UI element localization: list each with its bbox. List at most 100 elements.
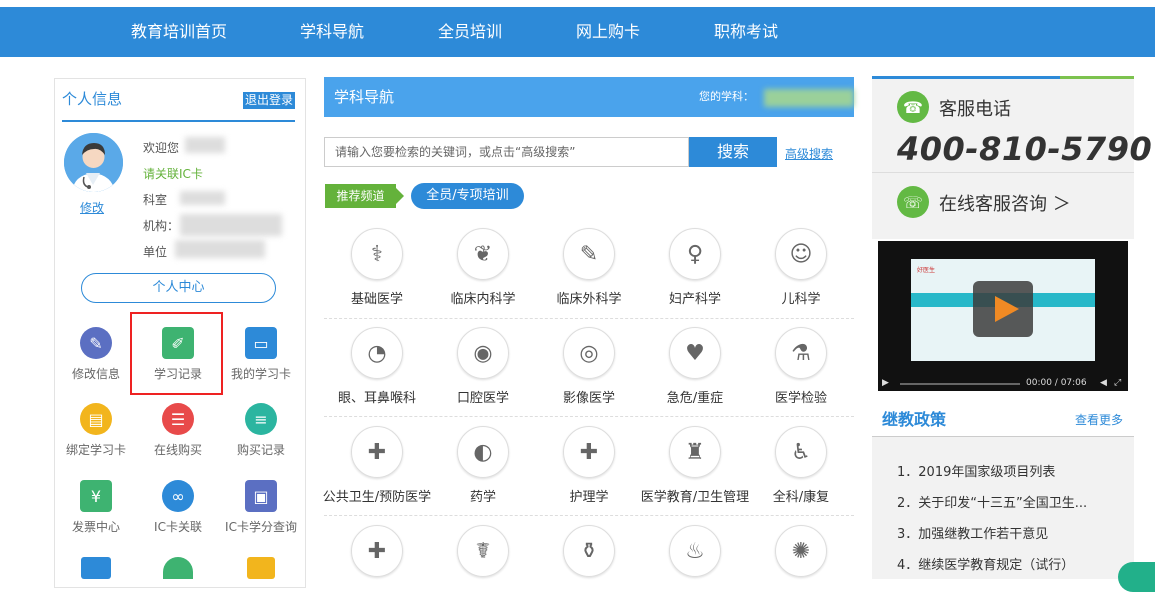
- row-divider: [324, 318, 854, 319]
- subject-item[interactable]: ⚕ 基础医学: [324, 228, 430, 307]
- policy-more-link[interactable]: 查看更多: [1075, 411, 1123, 428]
- grid-ic-credit-query[interactable]: ▣ IC卡学分查询: [219, 480, 303, 535]
- pill-icon: ◐: [457, 426, 509, 478]
- grid-label: IC卡关联: [154, 520, 202, 534]
- lungs-icon: ❦: [457, 228, 509, 280]
- all-staff-training-chip[interactable]: 全员/专项培训: [411, 183, 524, 209]
- nav-all-staff-training[interactable]: 全员培训: [438, 7, 502, 57]
- subject-item[interactable]: ♥ 急危/重症: [642, 327, 748, 406]
- list-icon: ≡: [245, 403, 277, 435]
- policy-title: 继教政策: [882, 410, 947, 429]
- fetus-icon: ♀: [669, 228, 721, 280]
- welcome-text: 欢迎您: [143, 141, 180, 155]
- volume-icon[interactable]: ◀: [1100, 378, 1107, 388]
- subject-item[interactable]: ✎ 临床外科学: [536, 228, 642, 307]
- grid-label: 在线购买: [153, 443, 202, 457]
- subject-nav-header: 学科导航 您的学科：: [324, 77, 854, 117]
- policy-item[interactable]: 4．继续医学教育规定（试行）: [897, 554, 1074, 573]
- subject-item[interactable]: ✚ 公共卫生/预防医学: [312, 426, 442, 505]
- grid-label: IC卡学分查询: [225, 520, 297, 534]
- policy-item[interactable]: 2．关于印发“十三五”全国卫生...: [897, 492, 1087, 511]
- virus-icon: ✺: [775, 525, 827, 577]
- profile-title: 个人信息: [62, 90, 123, 108]
- subject-item[interactable]: ◔ 眼、耳鼻喉科: [324, 327, 430, 406]
- link-ic-card-link[interactable]: 请关联IC卡: [143, 165, 203, 182]
- personal-center-button[interactable]: 个人中心: [81, 273, 276, 303]
- credit-query-icon: ▣: [245, 480, 277, 512]
- hotline-label: 客服电话: [939, 99, 1011, 120]
- subject-item[interactable]: ☺ 儿科学: [748, 228, 854, 307]
- subject-item[interactable]: ⚱: [536, 525, 642, 585]
- flask-icon: ⚗: [775, 327, 827, 379]
- advanced-search-link[interactable]: 高级搜索: [785, 145, 833, 162]
- mouth-icon: ◉: [457, 327, 509, 379]
- policy-item[interactable]: 1．2019年国家级项目列表: [897, 461, 1055, 480]
- video-player[interactable]: 好医生 ▶ 00:00 / 07:06 ◀ ⤢: [878, 241, 1128, 391]
- search-input[interactable]: 请输入您要检索的关键词，或点击“高级搜索”: [324, 137, 689, 167]
- redacted-organization: [180, 214, 282, 236]
- shield-icon: ✚: [351, 426, 403, 478]
- card-icon: ▭: [245, 327, 277, 359]
- redacted-username: [185, 137, 225, 153]
- nav-title-exam[interactable]: 职称考试: [714, 7, 778, 57]
- certificate-icon[interactable]: [247, 557, 275, 579]
- bind-card-icon: ▤: [80, 403, 112, 435]
- grid-my-study-card[interactable]: ▭ 我的学习卡: [219, 327, 303, 382]
- organization-label: 机构：: [143, 219, 180, 233]
- grid-ic-card-link[interactable]: ∞ IC卡关联: [136, 480, 220, 535]
- subject-item[interactable]: ✚: [324, 525, 430, 585]
- grid-bind-study-card[interactable]: ▤ 绑定学习卡: [54, 403, 138, 458]
- subject-item[interactable]: ◐ 药学: [430, 426, 536, 505]
- subject-label: 急危/重症: [666, 391, 724, 406]
- play-icon[interactable]: ▶: [882, 378, 889, 388]
- subject-item[interactable]: ☤: [430, 525, 536, 585]
- video-screen: 好医生: [911, 259, 1095, 361]
- search-button[interactable]: 搜索: [689, 137, 777, 167]
- play-button-icon[interactable]: [973, 281, 1033, 337]
- subject-item[interactable]: ♀ 妇产科学: [642, 228, 748, 307]
- video-time: 00:00 / 07:06: [1026, 378, 1087, 388]
- subject-label: 眼、耳鼻喉科: [337, 391, 416, 406]
- nav-subjects[interactable]: 学科导航: [300, 7, 364, 57]
- subject-nav-title: 学科导航: [334, 88, 395, 106]
- grid-edit-info[interactable]: ✎ 修改信息: [54, 327, 138, 382]
- logout-button[interactable]: 退出登录: [243, 92, 295, 109]
- subject-item[interactable]: ✺: [748, 525, 854, 585]
- video-controls: ▶ 00:00 / 07:06 ◀ ⤢: [878, 377, 1128, 391]
- progress-bar[interactable]: [900, 383, 1020, 385]
- nav-buy-card[interactable]: 网上购卡: [576, 7, 640, 57]
- subject-item[interactable]: ♜ 医学教育/卫生管理: [632, 426, 758, 505]
- redacted-department: [180, 191, 225, 205]
- ecg-icon: ♥: [669, 327, 721, 379]
- subject-item[interactable]: ♨: [642, 525, 748, 585]
- subject-label: 药学: [469, 490, 496, 505]
- nav-home[interactable]: 教育培训首页: [131, 7, 227, 57]
- elder-icon: ♿: [775, 426, 827, 478]
- star-badge-icon[interactable]: [163, 557, 193, 579]
- edit-profile-link[interactable]: 修改: [80, 199, 104, 216]
- fullscreen-icon[interactable]: ⤢: [1114, 378, 1121, 388]
- recommended-channel-tag: 推荐频道: [325, 184, 404, 208]
- stethoscope-icon: ⚕: [351, 228, 403, 280]
- certificate-stack-icon[interactable]: [81, 557, 111, 579]
- floating-chat-button[interactable]: [1118, 562, 1155, 592]
- your-subject-label: 您的学科：: [699, 90, 754, 103]
- subject-item[interactable]: ♿ 全科/康复: [748, 426, 854, 505]
- subject-item[interactable]: ❦ 临床内科学: [430, 228, 536, 307]
- online-service-link[interactable]: 在线客服咨询 ＞: [939, 190, 1071, 216]
- policy-item[interactable]: 3．加强继教工作若干意见: [897, 523, 1048, 542]
- subject-item[interactable]: ◎ 影像医学: [536, 327, 642, 406]
- grid-buy-online[interactable]: ☰ 在线购买: [136, 403, 220, 458]
- grid-purchase-records[interactable]: ≡ 购买记录: [219, 403, 303, 458]
- grid-invoice-center[interactable]: ¥ 发票中心: [54, 480, 138, 535]
- top-nav-bar: 教育培训首页 学科导航 全员培训 网上购卡 职称考试: [0, 7, 1155, 57]
- department-label: 科室: [143, 193, 168, 207]
- iv-bag-icon: ⚱: [563, 525, 615, 577]
- scalpel-icon: ✎: [563, 228, 615, 280]
- subject-label: 医学教育/卫生管理: [640, 490, 750, 505]
- subject-item[interactable]: ◉ 口腔医学: [430, 327, 536, 406]
- subject-item[interactable]: ✚ 护理学: [536, 426, 642, 505]
- subject-item[interactable]: ⚗ 医学检验: [748, 327, 854, 406]
- doctor-icon: ☤: [457, 525, 509, 577]
- unit-label: 单位: [143, 245, 168, 259]
